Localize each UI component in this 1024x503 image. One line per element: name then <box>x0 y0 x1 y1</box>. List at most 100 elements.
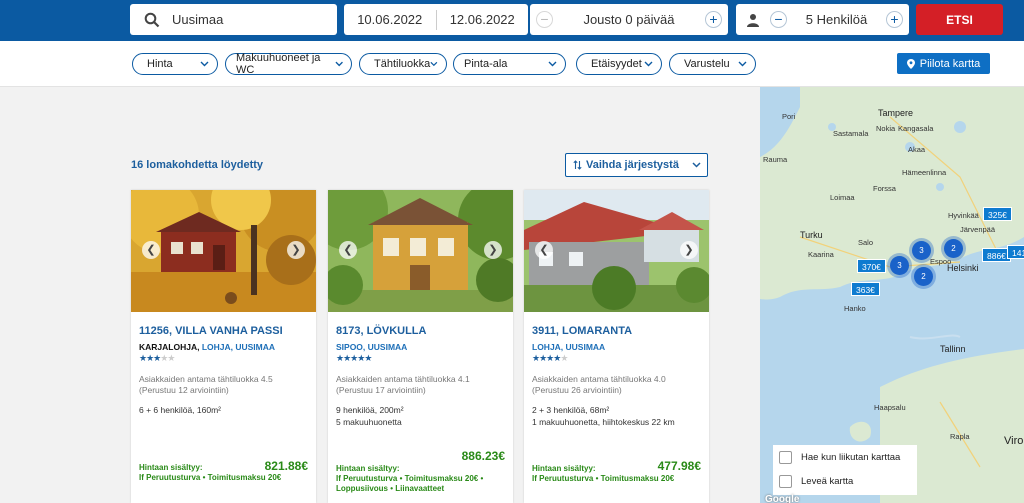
chevron-down-icon <box>200 61 209 67</box>
map-label: Rauma <box>763 155 788 164</box>
date-end[interactable]: 12.06.2022 <box>437 12 529 27</box>
map-price-tag[interactable]: 370€ <box>857 259 886 273</box>
flex-plus-button[interactable]: + <box>704 11 722 28</box>
listing-capacity: 6 + 6 henkilöä, 160m² <box>139 405 221 415</box>
sort-icon <box>573 160 582 170</box>
flex-minus-button[interactable]: − <box>536 11 553 28</box>
customer-rating: Asiakkaiden antama tähtiluokka 4.0 (Peru… <box>532 374 666 395</box>
chevron-down-icon <box>644 61 653 67</box>
map-label: Helsinki <box>947 263 979 273</box>
filter-bedrooms[interactable]: Makuuhuoneet ja WC <box>225 52 352 76</box>
hide-map-button[interactable]: Piilota kartta <box>897 53 990 74</box>
price-includes: Hintaan sisältyy: If Peruutusturva • Toi… <box>336 464 484 493</box>
map-label: Nokia <box>876 124 896 133</box>
next-photo-button[interactable]: ❯ <box>680 241 698 259</box>
map-label: Tampere <box>878 108 914 118</box>
map-label: Hyvinkää <box>948 211 979 220</box>
map-label: Hämeenlinna <box>902 168 947 177</box>
map-label: Salo <box>858 238 874 247</box>
chevron-down-icon <box>430 61 438 67</box>
map-cluster[interactable]: 3 <box>912 241 931 260</box>
map-label: Espoo <box>930 257 952 266</box>
map-label: Kaarina <box>808 250 834 259</box>
map-price-tag[interactable]: 141 <box>1007 245 1024 259</box>
map-label: Viro <box>1004 435 1024 447</box>
filter-label: Hinta <box>147 58 173 70</box>
checkbox[interactable] <box>779 474 792 488</box>
listing-photo[interactable]: ❮ ❯ <box>524 190 709 312</box>
listing-card[interactable]: ❮ ❯ 11256, VILLA VANHA PASSI KARJALOHJA,… <box>131 190 316 503</box>
filter-distances[interactable]: Etäisyydet <box>576 53 662 75</box>
sort-label: Vaihda järjestystä <box>586 159 679 171</box>
checkbox[interactable] <box>779 450 792 464</box>
listing-title[interactable]: 8173, LÖVKULLA <box>336 325 426 337</box>
prev-photo-button[interactable]: ❮ <box>535 241 553 259</box>
persons-minus-button[interactable]: − <box>770 11 787 28</box>
persons-plus-button[interactable]: + <box>886 11 903 28</box>
map-label: Pori <box>782 112 796 121</box>
option-search-on-move[interactable]: Hae kun liikutan karttaa <box>773 445 917 469</box>
sort-dropdown[interactable]: Vaihda järjestystä <box>565 153 708 177</box>
chevron-down-icon <box>692 162 701 168</box>
map-background <box>760 87 1024 503</box>
persons-label: 5 Henkilöä <box>805 12 868 27</box>
star-empty-icon: ★ <box>167 353 175 363</box>
listing-card[interactable]: ❮ ❯ 3911, LOMARANTA LOHJA, UUSIMAA ★★★★★… <box>524 190 709 503</box>
results-count: 16 lomakohdetta löydetty <box>131 159 264 171</box>
filter-price[interactable]: Hinta <box>132 53 218 75</box>
listing-title[interactable]: 11256, VILLA VANHA PASSI <box>139 325 283 337</box>
search-icon <box>144 12 160 27</box>
person-icon <box>747 13 759 27</box>
persons-stepper: − 5 Henkilöä + <box>736 4 909 35</box>
google-logo: Google <box>765 494 800 503</box>
star-rating: ★★★★★ <box>532 353 568 364</box>
filter-stars[interactable]: Tähtiluokka <box>359 53 447 75</box>
listing-photo[interactable]: ❮ ❯ <box>131 190 316 312</box>
location-value: Uusimaa <box>172 12 224 27</box>
listing-capacity: 9 henkilöä, 200m² 5 makuuhuonetta <box>336 405 404 427</box>
filter-label: Pinta-ala <box>464 58 508 70</box>
map-pin-icon <box>906 58 915 69</box>
listing-card[interactable]: ❮ ❯ 8173, LÖVKULLA SIPOO, UUSIMAA ★★★★★ … <box>328 190 513 503</box>
listing-location: LOHJA, UUSIMAA <box>532 342 606 352</box>
option-label: Hae kun liikutan karttaa <box>801 451 901 463</box>
map-label: Järvenpää <box>960 225 996 234</box>
filter-bar: Hinta Makuuhuoneet ja WC Tähtiluokka Pin… <box>0 41 1024 87</box>
map-label: Rapla <box>950 432 970 441</box>
next-photo-button[interactable]: ❯ <box>484 241 502 259</box>
map-price-tag[interactable]: 325€ <box>983 207 1012 221</box>
filter-label: Etäisyydet <box>591 58 642 70</box>
map-label: Kangasala <box>898 124 934 133</box>
map-label: Sastamala <box>833 129 869 138</box>
results-map[interactable]: Pori Tampere Nokia Kangasala Sastamala A… <box>760 87 1024 503</box>
search-bar: Uusimaa 10.06.2022 12.06.2022 − Jousto 0… <box>0 0 1024 41</box>
customer-rating: Asiakkaiden antama tähtiluokka 4.5 (Peru… <box>139 374 273 395</box>
star-filled-icon: ★ <box>364 353 372 363</box>
listing-location: SIPOO, UUSIMAA <box>336 342 408 352</box>
customer-rating: Asiakkaiden antama tähtiluokka 4.1 (Peru… <box>336 374 470 395</box>
filter-label: Tähtiluokka <box>374 58 431 70</box>
map-label: Loimaa <box>830 193 855 202</box>
listing-photo[interactable]: ❮ ❯ <box>328 190 513 312</box>
map-cluster[interactable]: 2 <box>944 239 963 258</box>
flex-days-stepper: − Jousto 0 päivää + <box>530 4 728 35</box>
prev-photo-button[interactable]: ❮ <box>339 241 357 259</box>
location-input[interactable]: Uusimaa <box>130 4 337 35</box>
filter-equipment[interactable]: Varustelu <box>669 53 756 75</box>
option-wide-map[interactable]: Leveä kartta <box>773 469 917 493</box>
map-label: Haapsalu <box>874 403 906 412</box>
prev-photo-button[interactable]: ❮ <box>142 241 160 259</box>
star-rating: ★★★★★ <box>139 353 175 364</box>
flex-days-label: Jousto 0 päivää <box>583 12 675 27</box>
map-cluster[interactable]: 2 <box>914 267 933 286</box>
filter-area[interactable]: Pinta-ala <box>453 53 566 75</box>
search-button[interactable]: ETSI <box>916 4 1003 35</box>
date-range-picker[interactable]: 10.06.2022 12.06.2022 <box>344 4 528 35</box>
map-price-tag[interactable]: 363€ <box>851 282 880 296</box>
map-cluster[interactable]: 3 <box>890 256 909 275</box>
listing-title[interactable]: 3911, LOMARANTA <box>532 325 632 337</box>
chevron-down-icon <box>738 61 747 67</box>
chevron-down-icon <box>335 61 343 67</box>
next-photo-button[interactable]: ❯ <box>287 241 305 259</box>
date-start[interactable]: 10.06.2022 <box>344 12 436 27</box>
